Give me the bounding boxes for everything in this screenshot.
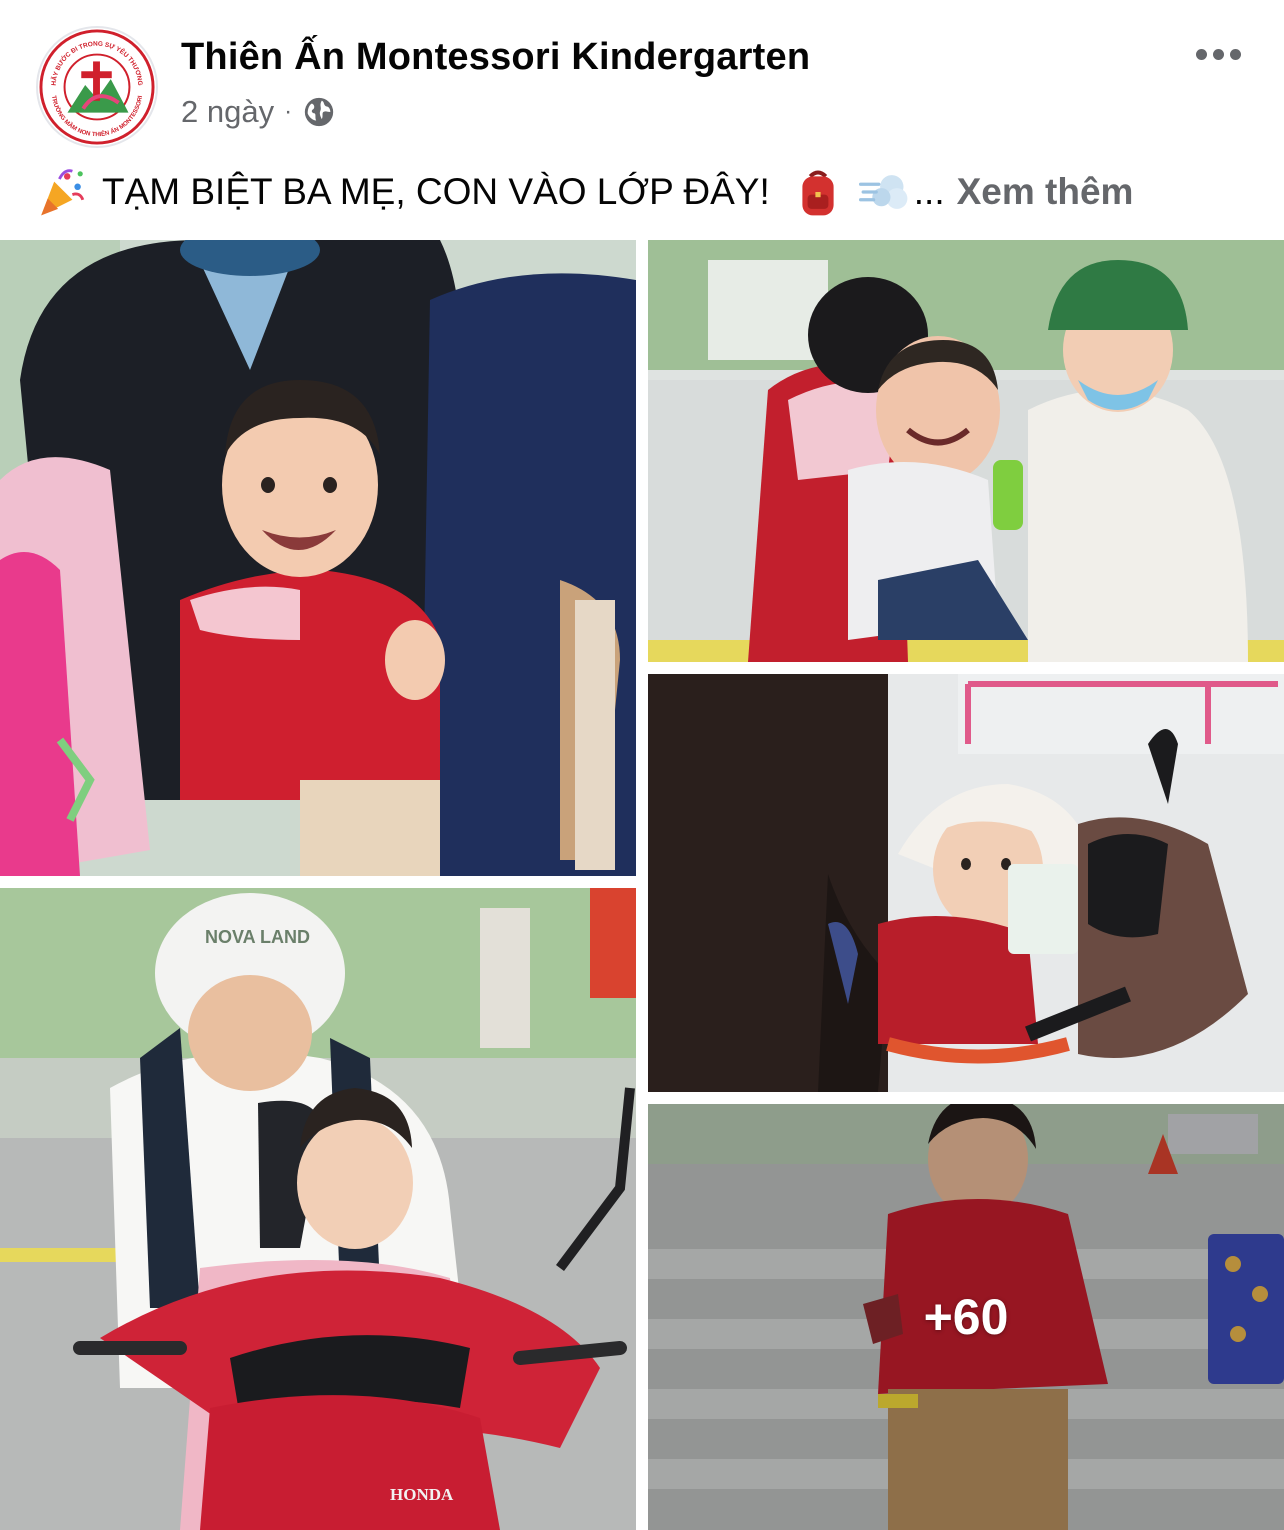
helmet-logo-text: NOVA LAND xyxy=(205,927,310,947)
caption-text: TẠM BIỆT BA MẸ, CON VÀO LỚP ĐÂY! xyxy=(102,171,770,212)
school-logo: HÃY BƯỚC ĐI TRONG SỰ YÊU THƯƠNG TRƯỜNG M… xyxy=(39,29,155,145)
backpack-emoji xyxy=(792,166,844,218)
post-caption: TẠM BIỆT BA MẸ, CON VÀO LỚP ĐÂY! ... Xem… xyxy=(36,164,1133,220)
more-options-button[interactable] xyxy=(1180,30,1256,78)
see-more-link[interactable]: Xem thêm xyxy=(957,171,1134,213)
dash-emoji xyxy=(858,166,910,218)
photo-child-on-motorbike[interactable] xyxy=(0,240,636,876)
page-name[interactable]: Thiên Ấn Montessori Kindergarten xyxy=(181,36,810,79)
caption-ellipsis: ... xyxy=(913,171,945,212)
more-photos-count: +60 xyxy=(923,1289,1009,1345)
page-avatar[interactable]: HÃY BƯỚC ĐI TRONG SỰ YÊU THƯƠNG TRƯỜNG M… xyxy=(36,26,158,148)
facebook-post: HÃY BƯỚC ĐI TRONG SỰ YÊU THƯƠNG TRƯỜNG M… xyxy=(0,0,1284,1530)
photo-3-image xyxy=(648,674,1284,1092)
photo-father-and-son-on-honda[interactable]: NOVA LAND HONDA xyxy=(0,888,636,1530)
globe-icon[interactable] xyxy=(302,95,336,129)
photo-child-in-red-shirt[interactable]: +60 xyxy=(648,1104,1284,1530)
photo-1-image xyxy=(0,240,636,876)
photo-crying-child-with-teacher[interactable] xyxy=(648,240,1284,662)
photo-4-image: NOVA LAND HONDA xyxy=(0,888,636,1530)
bike-brand-text: HONDA xyxy=(390,1485,454,1504)
post-timestamp[interactable]: 2 ngày xyxy=(181,94,274,130)
meta-separator: · xyxy=(284,98,293,125)
party-popper-emoji xyxy=(36,166,88,218)
photo-child-in-white-hat[interactable] xyxy=(648,674,1284,1092)
post-meta: 2 ngày · xyxy=(181,92,336,132)
photo-2-image xyxy=(648,240,1284,662)
more-photos-overlay[interactable]: +60 xyxy=(648,1104,1284,1530)
more-options-icon xyxy=(1195,48,1207,60)
